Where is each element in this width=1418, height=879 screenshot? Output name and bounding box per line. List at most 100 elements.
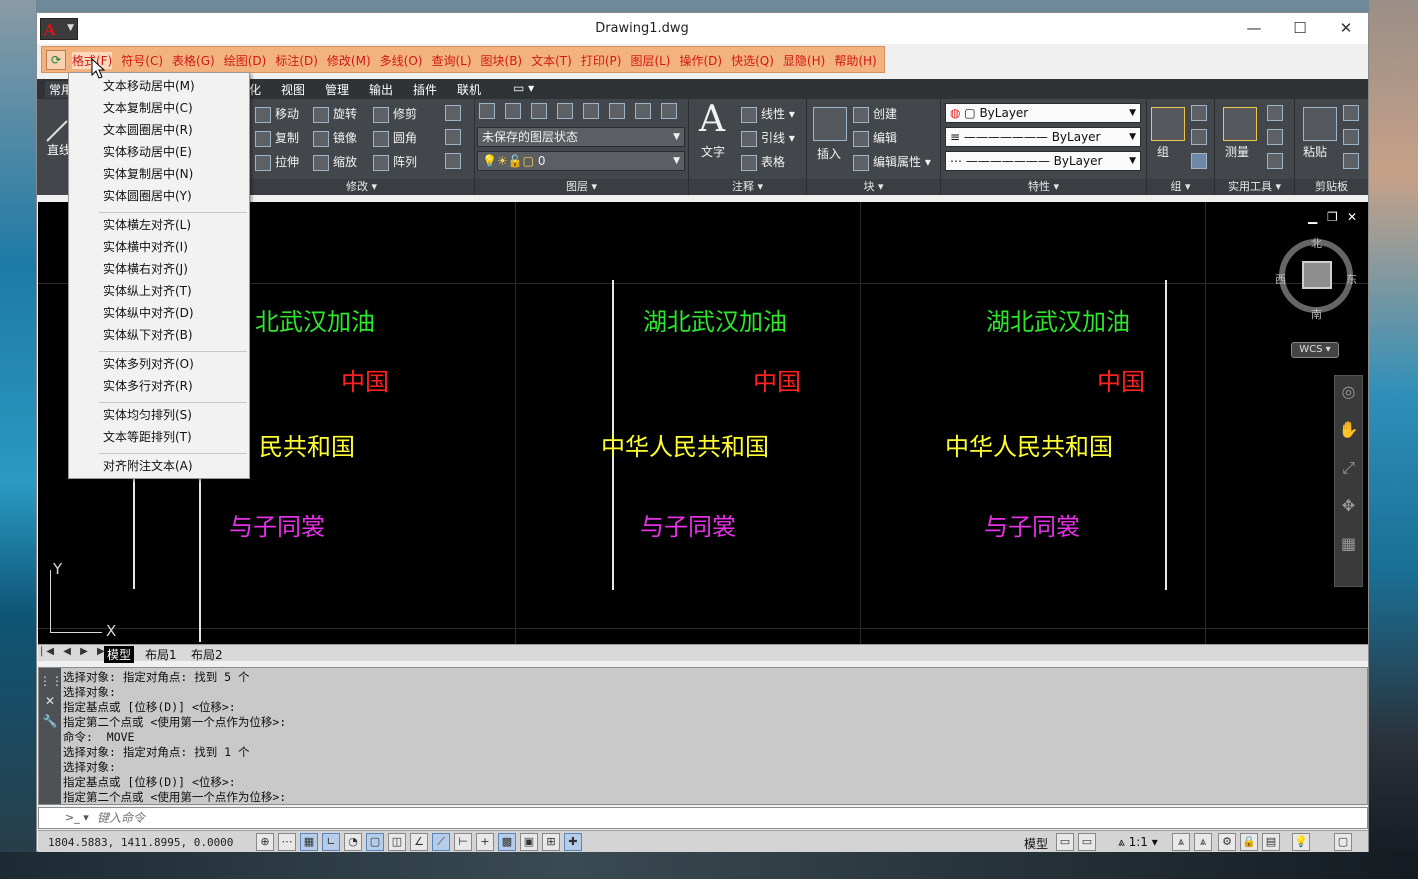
tab-online[interactable]: 联机 (457, 81, 481, 98)
stretch-button[interactable]: 拉伸 (255, 153, 299, 171)
orbit-icon[interactable]: ✥ (1335, 496, 1362, 528)
tab-manage[interactable]: 管理 (325, 81, 349, 98)
panel-groups-title[interactable]: 组 ▾ (1147, 179, 1214, 195)
viewport-restore-button[interactable]: ❐ (1327, 210, 1338, 224)
linetype-dropdown[interactable]: ≡ ——————— ByLayer ▼ (945, 127, 1141, 147)
context-menu-item[interactable]: 实体横左对齐(L) (103, 216, 191, 233)
menu-item[interactable]: 多线(O) (380, 52, 423, 69)
command-prompt-icon[interactable]: >_ ▾ (65, 811, 89, 824)
create-block-button[interactable]: 创建 (853, 105, 897, 123)
layer-icon[interactable] (531, 103, 547, 119)
menu-item[interactable]: 查询(L) (431, 52, 471, 69)
group-edit-button[interactable] (1191, 129, 1211, 145)
clean-screen-icon[interactable]: ▢ (1334, 833, 1352, 851)
steering-wheel-icon[interactable]: ◎ (1335, 382, 1362, 414)
layer-icon[interactable] (609, 103, 625, 119)
drawing-text[interactable]: 中华人民共和国 (945, 427, 1113, 462)
panel-layers-title[interactable]: 图层 ▾ (475, 179, 688, 195)
menu-item[interactable]: 符号(C) (121, 52, 163, 69)
layer-icon[interactable] (661, 103, 677, 119)
command-input[interactable] (97, 810, 697, 826)
edit-attributes-button[interactable]: 编辑属性 ▾ (853, 153, 931, 171)
menu-item[interactable]: 标注(D) (275, 52, 318, 69)
viewport-minimize-button[interactable]: ▁ (1308, 210, 1317, 224)
ungroup-button[interactable] (1191, 105, 1211, 121)
context-menu-item[interactable]: 实体复制居中(N) (103, 165, 193, 182)
drawing-text[interactable]: 北武汉加油 (255, 302, 375, 337)
panel-modify-title[interactable]: 修改 ▾ (249, 179, 474, 195)
menu-item[interactable]: 表格(G) (172, 52, 215, 69)
layer-state-dropdown[interactable]: 未保存的图层状态 ▼ (477, 127, 685, 147)
workspace-switch-icon[interactable]: ⚙ (1218, 833, 1236, 851)
text-icon[interactable]: A (699, 99, 725, 140)
3d-object-snap-icon[interactable]: ◫ (388, 833, 406, 851)
drawing-text[interactable]: 湖北武汉加油 (986, 302, 1130, 337)
trim-button[interactable]: 修剪 (373, 105, 417, 123)
menu-item[interactable]: 快选(Q) (731, 52, 774, 69)
layer-icon[interactable] (583, 103, 599, 119)
explode-button[interactable] (445, 129, 465, 145)
drawing-text[interactable]: 中国 (341, 362, 389, 397)
menu-item[interactable]: 图层(L) (630, 52, 670, 69)
context-menu-item[interactable]: 文本复制居中(C) (103, 99, 193, 116)
drawing-text[interactable]: 湖北武汉加油 (643, 302, 787, 337)
menu-item[interactable]: 图块(B) (481, 52, 523, 69)
menu-item[interactable]: 操作(D) (680, 52, 723, 69)
menu-item[interactable]: 显隐(H) (783, 52, 825, 69)
context-menu-item[interactable]: 实体移动居中(E) (103, 143, 192, 160)
pan-icon[interactable]: ✋ (1335, 420, 1362, 452)
color-dropdown[interactable]: ◍ ▢ ByLayer ▼ (945, 103, 1141, 123)
scale-button[interactable]: 缩放 (313, 153, 357, 171)
context-menu-item[interactable]: 实体多列对齐(O) (103, 355, 194, 372)
isolate-objects-icon[interactable]: 💡 (1292, 833, 1310, 851)
lineweight-dropdown[interactable]: ⋯ ——————— ByLayer ▼ (945, 151, 1141, 171)
ortho-mode-icon[interactable]: ∟ (322, 833, 340, 851)
menu-item[interactable]: 修改(M) (327, 52, 371, 69)
showmotion-icon[interactable]: ▦ (1335, 534, 1362, 566)
drawing-text[interactable]: 与子同裳 (640, 507, 736, 542)
drag-handle-icon[interactable]: ⋮⋮ (39, 674, 63, 688)
wrench-icon[interactable]: 🔧 (39, 714, 61, 728)
tab-parametric[interactable]: 化 (249, 81, 261, 98)
context-menu-item[interactable]: 文本圆圈居中(R) (103, 121, 193, 138)
menu-item[interactable]: 打印(P) (581, 52, 622, 69)
rotate-button[interactable]: 旋转 (313, 105, 357, 123)
lineweight-toggle-icon[interactable]: + (476, 833, 494, 851)
infer-constraints-icon[interactable]: ⊕ (256, 833, 274, 851)
transparency-icon[interactable]: ▩ (498, 833, 516, 851)
tab-more-dropdown[interactable]: ▭ ▾ (513, 81, 534, 95)
auto-scale-icon[interactable]: ⩓ (1194, 833, 1212, 851)
tab-model[interactable]: 模型 (104, 646, 135, 663)
drawing-line[interactable] (1165, 280, 1167, 590)
grid-display-icon[interactable]: ▦ (300, 833, 318, 851)
object-snap-icon[interactable]: ▢ (366, 833, 384, 851)
plugin-logo-icon[interactable]: ⟳ (46, 50, 66, 70)
annotation-monitor-icon[interactable]: ✚ (564, 833, 582, 851)
object-snap-tracking-icon[interactable]: ∠ (410, 833, 428, 851)
quick-view-drawings-icon[interactable]: ▭ (1078, 833, 1096, 851)
array-button[interactable]: 阵列 (373, 153, 417, 171)
panel-block-title[interactable]: 块 ▾ (807, 179, 940, 195)
edit-block-button[interactable]: 编辑 (853, 129, 897, 147)
cut-button[interactable] (1343, 105, 1363, 121)
dynamic-ucs-icon[interactable]: ⟋ (432, 833, 450, 851)
annotation-scale[interactable]: ⩓ 1:1 ▾ (1118, 835, 1158, 850)
group-select-button[interactable] (1191, 153, 1211, 169)
select-similar-button[interactable] (1267, 129, 1287, 145)
compass-north[interactable]: 北 (1311, 235, 1322, 251)
close-button[interactable]: ✕ (1323, 17, 1369, 41)
drawing-text[interactable]: 与子同裳 (984, 507, 1080, 542)
context-menu-item[interactable]: 实体多行对齐(R) (103, 377, 193, 394)
drawing-text[interactable]: 中华人民共和国 (601, 427, 769, 462)
paste-icon[interactable] (1303, 107, 1337, 141)
hardware-acceleration-icon[interactable]: ▤ (1262, 833, 1280, 851)
drawing-text[interactable]: 中国 (753, 362, 801, 397)
selection-cycling-icon[interactable]: ⊞ (542, 833, 560, 851)
drawing-text[interactable]: 与子同裳 (229, 507, 325, 542)
tab-view[interactable]: 视图 (281, 81, 305, 98)
context-menu-item[interactable]: 文本等距排列(T) (103, 428, 192, 445)
compass-east[interactable]: 东 (1346, 271, 1357, 287)
quick-select-button[interactable] (1267, 105, 1287, 121)
snap-mode-icon[interactable]: ⋯ (278, 833, 296, 851)
layer-properties-icon[interactable] (479, 103, 495, 119)
